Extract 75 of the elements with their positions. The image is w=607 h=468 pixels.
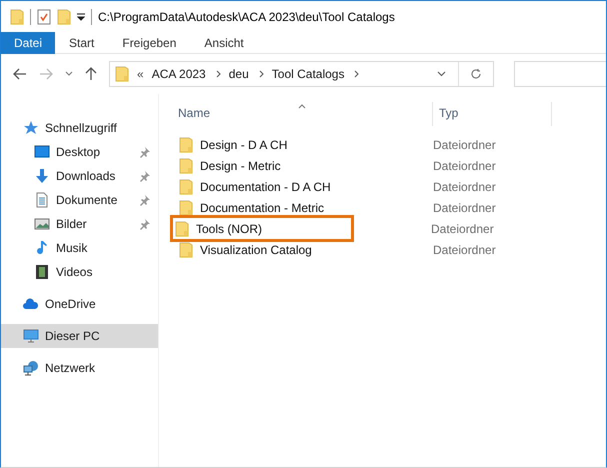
file-row[interactable]: Design - D A CH Dateiordner bbox=[174, 134, 606, 155]
back-arrow-icon[interactable] bbox=[13, 68, 27, 80]
column-header[interactable]: Name bbox=[174, 104, 210, 122]
folder-icon bbox=[115, 66, 129, 82]
file-row[interactable]: Tools (NOR) Dateiordner bbox=[174, 218, 606, 239]
search-field[interactable] bbox=[514, 61, 606, 87]
ribbon-tab[interactable]: Start bbox=[55, 32, 108, 54]
star-icon bbox=[23, 120, 39, 136]
sidebar-item[interactable]: Musik bbox=[1, 236, 158, 260]
folder-icon bbox=[179, 158, 193, 174]
file-row[interactable]: Design - Metric Dateiordner bbox=[174, 155, 606, 176]
sidebar-item[interactable]: Dokumente bbox=[1, 188, 158, 212]
chevron-right-icon[interactable] bbox=[354, 70, 360, 78]
chevron-down-icon[interactable] bbox=[65, 71, 73, 77]
document-icon bbox=[34, 192, 50, 208]
sidebar-item[interactable]: Schnellzugriff bbox=[1, 116, 158, 140]
sidebar-item[interactable]: Videos bbox=[1, 260, 158, 284]
folder-icon bbox=[179, 242, 193, 258]
file-name: Documentation - Metric bbox=[200, 200, 324, 216]
pictures-icon bbox=[34, 216, 50, 232]
new-folder-icon bbox=[57, 8, 71, 24]
sort-ascending-icon bbox=[298, 104, 306, 109]
down-arrow-icon bbox=[34, 168, 50, 184]
breadcrumb[interactable]: Tool Catalogs bbox=[272, 65, 344, 83]
network-icon bbox=[23, 360, 39, 376]
desktop-icon bbox=[34, 144, 50, 160]
file-type: Dateiordner bbox=[433, 200, 496, 216]
pin-icon[interactable] bbox=[140, 146, 150, 158]
breadcrumb[interactable]: ACA 2023 bbox=[152, 65, 206, 83]
folder-icon bbox=[179, 200, 193, 216]
file-row[interactable]: Documentation - D A CH Dateiordner bbox=[174, 176, 606, 197]
sidebar-item[interactable]: Dieser PC bbox=[1, 324, 158, 348]
file-type: Dateiordner bbox=[433, 136, 496, 154]
column-header[interactable]: Typ bbox=[433, 104, 551, 126]
ribbon-tab[interactable]: Ansicht bbox=[190, 32, 258, 54]
breadcrumb[interactable]: deu bbox=[228, 65, 249, 83]
sidebar-item[interactable]: Bilder bbox=[1, 212, 158, 236]
properties-icon[interactable] bbox=[37, 8, 51, 24]
folder-icon bbox=[179, 136, 193, 152]
sidebar-item[interactable]: Desktop bbox=[1, 140, 158, 164]
address-bar[interactable]: « ACA 2023 deu Tool Catalogs bbox=[109, 61, 494, 87]
refresh-icon[interactable] bbox=[470, 68, 482, 80]
window-title: C:\ProgramData\Autodesk\ACA 2023\deu\Tool Catalogs bbox=[98, 8, 395, 26]
sidebar-item[interactable]: Downloads bbox=[1, 164, 158, 188]
music-note-icon bbox=[34, 240, 50, 256]
folder-icon bbox=[179, 178, 193, 194]
file-type: Dateiordner bbox=[433, 158, 496, 174]
file-type: Dateiordner bbox=[433, 242, 496, 258]
file-name: Documentation - D A CH bbox=[200, 178, 331, 196]
cloud-icon bbox=[23, 296, 39, 312]
file-type: Dateiordner bbox=[433, 178, 496, 196]
pin-icon[interactable] bbox=[140, 218, 150, 230]
file-name: Tools (NOR) bbox=[196, 220, 262, 238]
film-icon bbox=[34, 264, 50, 280]
pin-icon[interactable] bbox=[140, 170, 150, 182]
ribbon-tab[interactable]: Freigeben bbox=[108, 32, 190, 54]
pin-icon[interactable] bbox=[140, 194, 150, 206]
sidebar-item[interactable]: OneDrive bbox=[1, 292, 158, 316]
file-name: Visualization Catalog bbox=[200, 242, 312, 258]
file-type: Dateiordner bbox=[431, 220, 494, 238]
file-row[interactable]: Documentation - Metric Dateiordner bbox=[174, 197, 606, 218]
file-row[interactable]: Visualization Catalog Dateiordner bbox=[174, 239, 606, 260]
file-name: Design - Metric bbox=[200, 158, 281, 174]
dropdown-icon[interactable] bbox=[77, 12, 85, 20]
file-name: Design - D A CH bbox=[200, 136, 288, 154]
overflow-chevrons[interactable]: « bbox=[137, 65, 144, 83]
chevron-down-icon[interactable] bbox=[437, 71, 446, 77]
chevron-right-icon[interactable] bbox=[258, 70, 264, 78]
folder-icon bbox=[10, 8, 24, 24]
ribbon-tab[interactable]: Datei bbox=[1, 32, 56, 54]
monitor-icon bbox=[23, 328, 39, 344]
up-arrow-icon[interactable] bbox=[85, 67, 97, 81]
folder-icon bbox=[175, 220, 189, 236]
sidebar-item[interactable]: Netzwerk bbox=[1, 356, 158, 380]
chevron-right-icon[interactable] bbox=[216, 70, 221, 78]
